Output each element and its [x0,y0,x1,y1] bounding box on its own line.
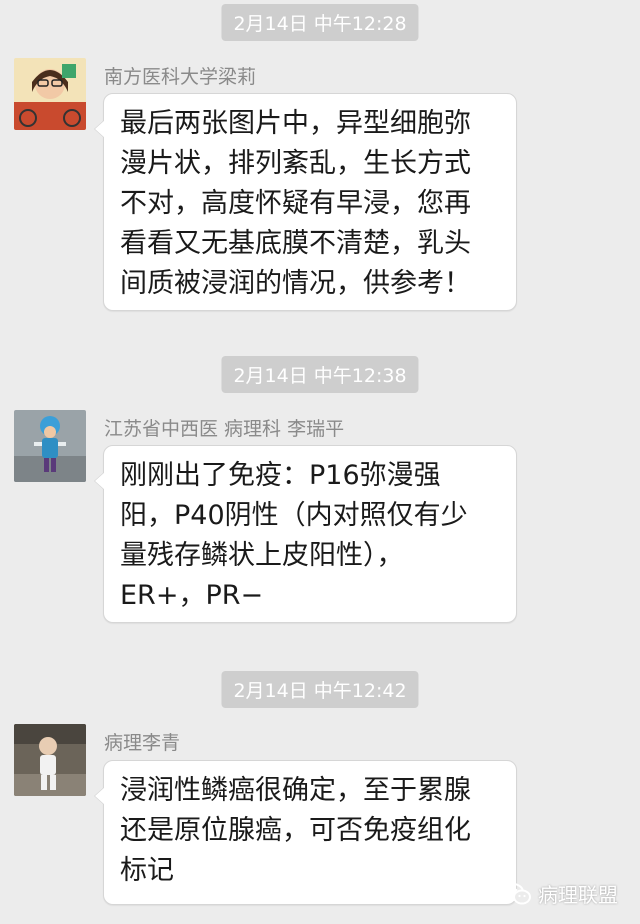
message-bubble[interactable]: 浸润性鳞癌很确定，至于累腺 还是原位腺癌，可否免疫组化 标记 [94,760,517,905]
watermark-text: 病理联盟 [538,883,618,907]
message-bubble[interactable]: 刚刚出了免疫：P16弥漫强 阳，P40阴性（内对照仅有少 量残存鳞状上皮阳性），… [94,445,517,623]
message-line: 浸润性鳞癌很确定，至于累腺 [120,775,471,806]
avatar-image [14,724,86,796]
message-line: 不对，高度怀疑有早浸，您再 [120,188,471,219]
message-line: 间质被浸润的情况，供参考！ [120,268,471,299]
sender-name: 病理李青 [104,732,181,754]
avatar[interactable] [14,58,86,130]
message-line: 阳，P40阴性（内对照仅有少 [120,500,468,531]
message-bubble[interactable]: 最后两张图片中，异型细胞弥 漫片状，排列紊乱，生长方式 不对，高度怀疑有早浸，您… [94,93,517,311]
avatar[interactable] [14,724,86,796]
timestamp-badge: 2月14日 中午12:38 [221,356,419,393]
avatar-image [14,410,86,482]
message-line: 量残存鳞状上皮阳性）， [120,540,404,571]
avatar[interactable] [14,410,86,482]
timestamp-badge: 2月14日 中午12:42 [221,671,419,708]
sender-name: 江苏省中西医 病理科 李瑞平 [104,418,345,440]
watermark: 病理联盟 [502,879,618,908]
timestamp-badge: 2月14日 中午12:28 [221,4,419,41]
message-line: 漫片状，排列紊乱，生长方式 [120,148,471,179]
message-line: 刚刚出了免疫：P16弥漫强 [120,460,441,491]
message-line: 看看又无基底膜不清楚，乳头 [120,228,471,259]
message-line: ER+，PR− [120,580,264,611]
sender-name: 南方医科大学梁莉 [104,66,257,88]
message-line: 还是原位腺癌，可否免疫组化 [120,815,471,846]
wechat-icon [502,882,531,904]
message-line: 最后两张图片中，异型细胞弥 [120,108,471,139]
message-line: 标记 [120,855,174,886]
avatar-image [14,58,86,130]
